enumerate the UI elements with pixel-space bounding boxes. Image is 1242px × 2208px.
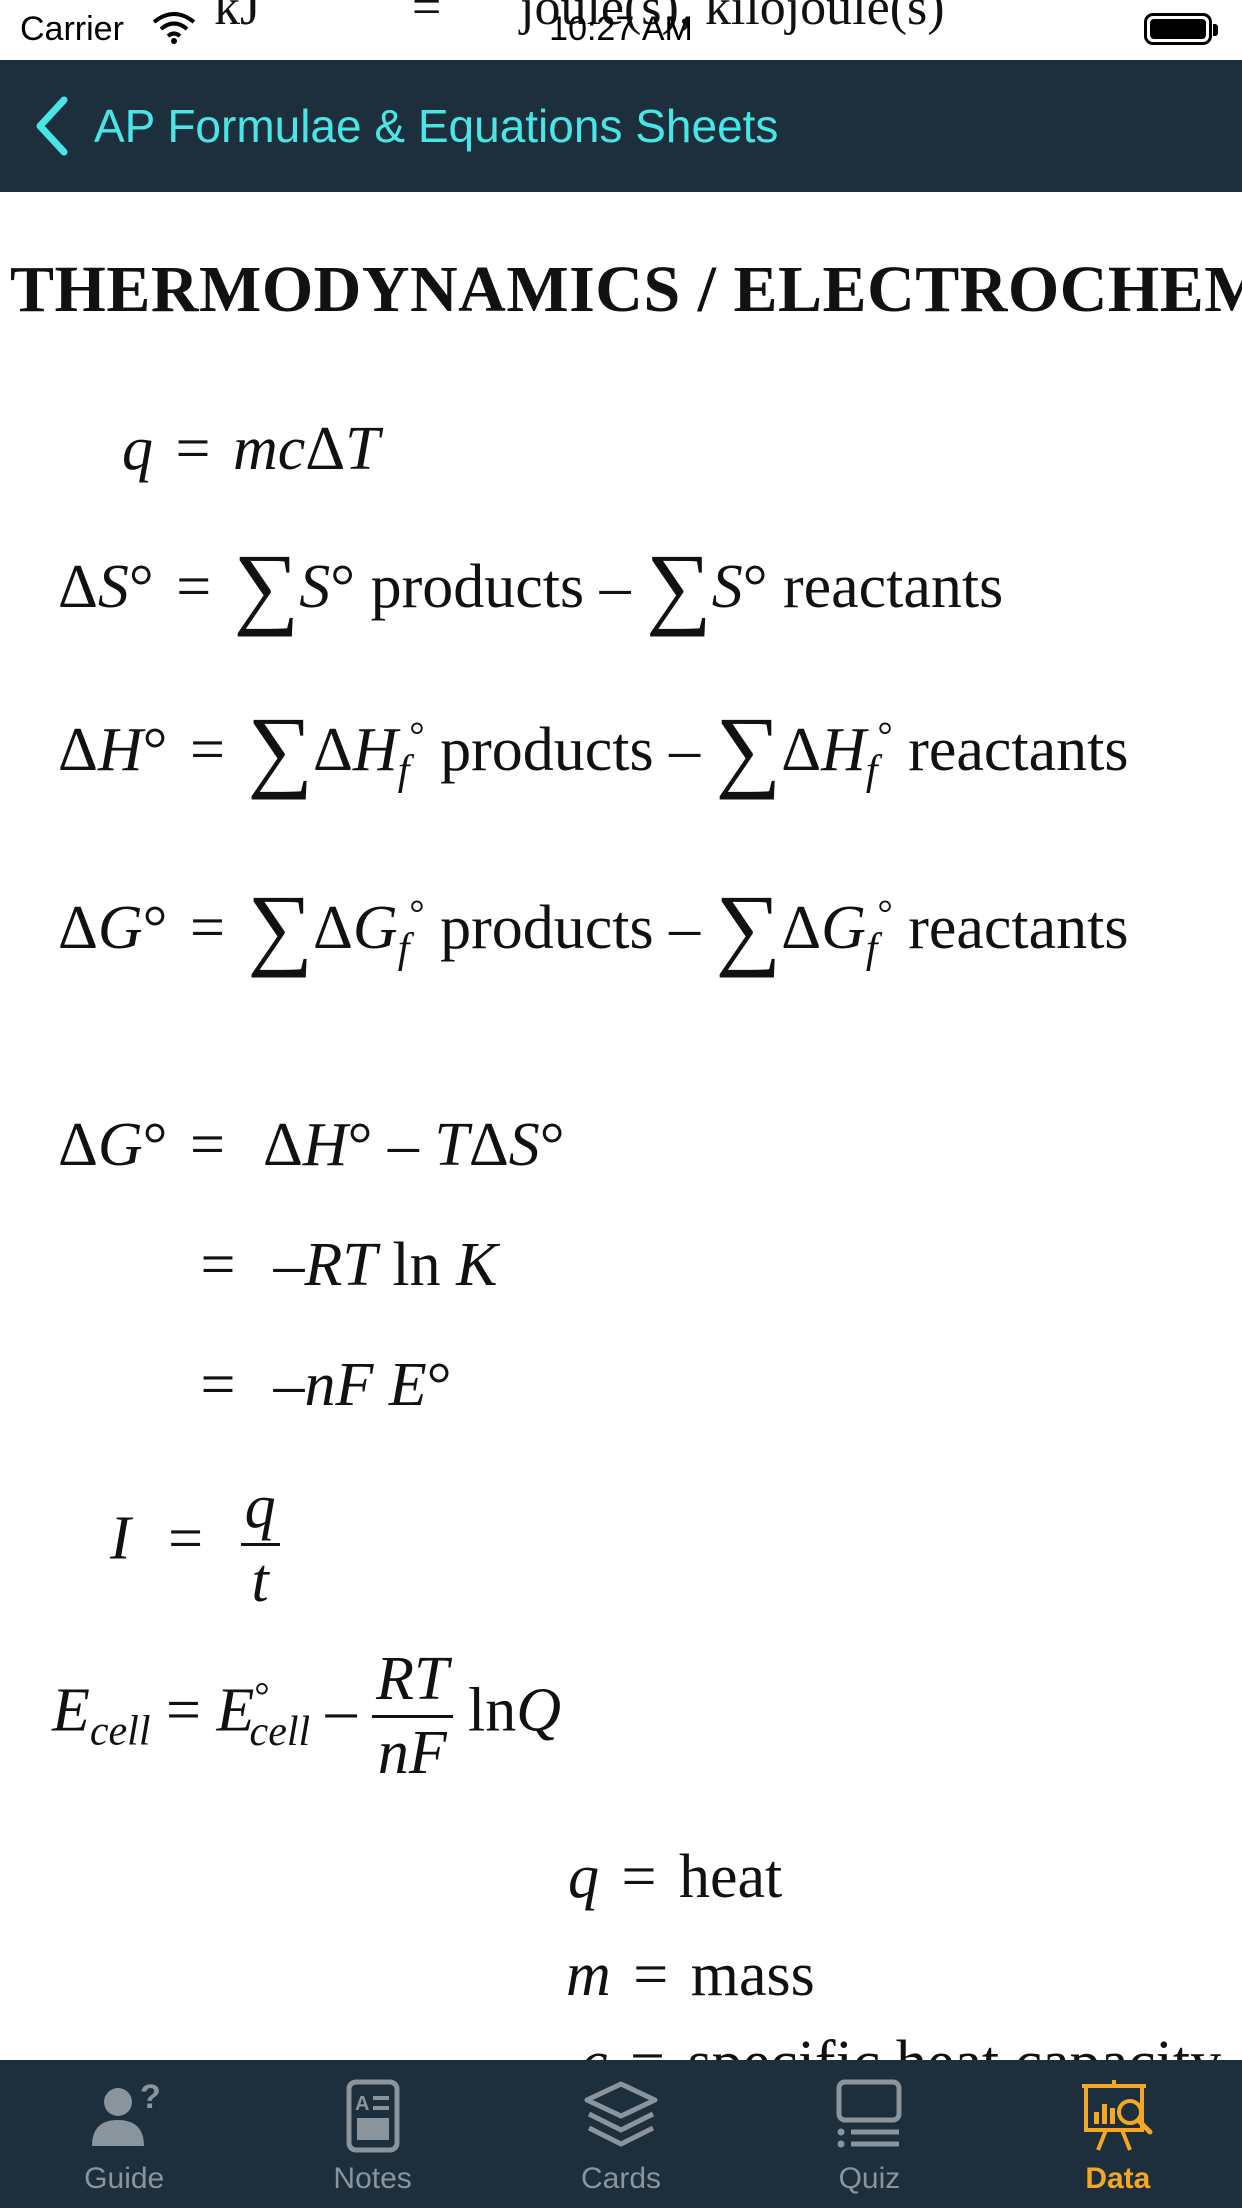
chevron-left-icon xyxy=(36,96,68,156)
equation-gibbs-formation: ΔG° = ∑ΔGf° products – ∑ΔGf° reactants xyxy=(58,876,1129,978)
word-mass: mass xyxy=(690,1941,815,2009)
svg-text:A: A xyxy=(355,2093,369,2115)
section-title: THERMODYNAMICS / ELECTROCHEMISTRY xyxy=(10,253,1242,326)
tab-label: Cards xyxy=(581,2162,662,2195)
svg-text:?: ? xyxy=(140,2078,161,2116)
word-reactants: reactants xyxy=(782,553,1004,621)
word-reactants: reactants xyxy=(908,716,1129,784)
definition-m: m = mass xyxy=(566,1941,815,2009)
back-button[interactable]: AP Formulae & Equations Sheets xyxy=(30,60,778,192)
tab-label: Guide xyxy=(84,2162,165,2195)
tab-quiz[interactable]: Quiz xyxy=(745,2060,993,2208)
notes-icon: A xyxy=(346,2079,400,2153)
quiz-list-icon xyxy=(836,2079,902,2148)
nav-title: AP Formulae & Equations Sheets xyxy=(94,100,779,152)
word-cell: cell xyxy=(249,1708,311,1755)
formula-sheet-document[interactable]: THERMODYNAMICS / ELECTROCHEMISTRY q=mcΔT… xyxy=(0,192,1242,2060)
equation-gibbs-equilibrium: = –RT ln K xyxy=(200,1231,498,1299)
equation-entropy: ΔS° = ∑S° products – ∑S° reactants xyxy=(58,535,1004,637)
equation-nernst: Ecell = E°cell – RT nF lnQ xyxy=(52,1645,562,1787)
tab-guide[interactable]: ? Guide xyxy=(0,2060,248,2208)
status-time: 10:27 AM xyxy=(549,10,693,48)
word-products: products xyxy=(440,716,654,784)
word-products: products xyxy=(440,894,654,962)
data-chart-icon xyxy=(1081,2080,1153,2151)
equation-gibbs-enthalpy: ΔG° = ΔH° – TΔS° xyxy=(58,1111,565,1179)
tab-bar: ? Guide A Notes Cards Quiz Data xyxy=(0,2060,1242,2208)
word-cell: cell xyxy=(89,1708,151,1755)
tab-label: Quiz xyxy=(838,2162,901,2195)
tab-cards[interactable]: Cards xyxy=(497,2060,745,2208)
cards-stack-icon xyxy=(584,2081,658,2147)
definition-c: c=specific heat capacity xyxy=(580,2028,1221,2060)
equation-gibbs-cell: = –nF E° xyxy=(200,1351,452,1419)
tab-data[interactable]: Data xyxy=(994,2060,1242,2208)
battery-icon xyxy=(1144,13,1218,45)
status-bar: kJ = joule(s), kilojoule(s) Carrier 10:2… xyxy=(0,0,1242,60)
equation-enthalpy: ΔH° = ∑ΔHf° products – ∑ΔHf° reactants xyxy=(58,698,1129,800)
person-question-icon: ? xyxy=(92,2078,161,2146)
word-ln: ln xyxy=(468,1676,517,1745)
tab-label: Data xyxy=(1085,2162,1151,2195)
equation-heat: q = mcΔT xyxy=(122,415,380,483)
word-reactants: reactants xyxy=(908,894,1129,962)
word-products: products xyxy=(370,553,585,621)
word-ln: ln xyxy=(392,1231,441,1299)
definition-q: q = heat xyxy=(568,1843,783,1911)
navigation-bar: AP Formulae & Equations Sheets xyxy=(0,60,1242,192)
tab-notes[interactable]: A Notes xyxy=(248,2060,496,2208)
word-heat: heat xyxy=(679,1843,783,1911)
word-specific-heat: specific heat capacity xyxy=(688,2029,1222,2060)
equation-current: I = q t xyxy=(110,1472,280,1617)
tab-label: Notes xyxy=(333,2162,412,2195)
